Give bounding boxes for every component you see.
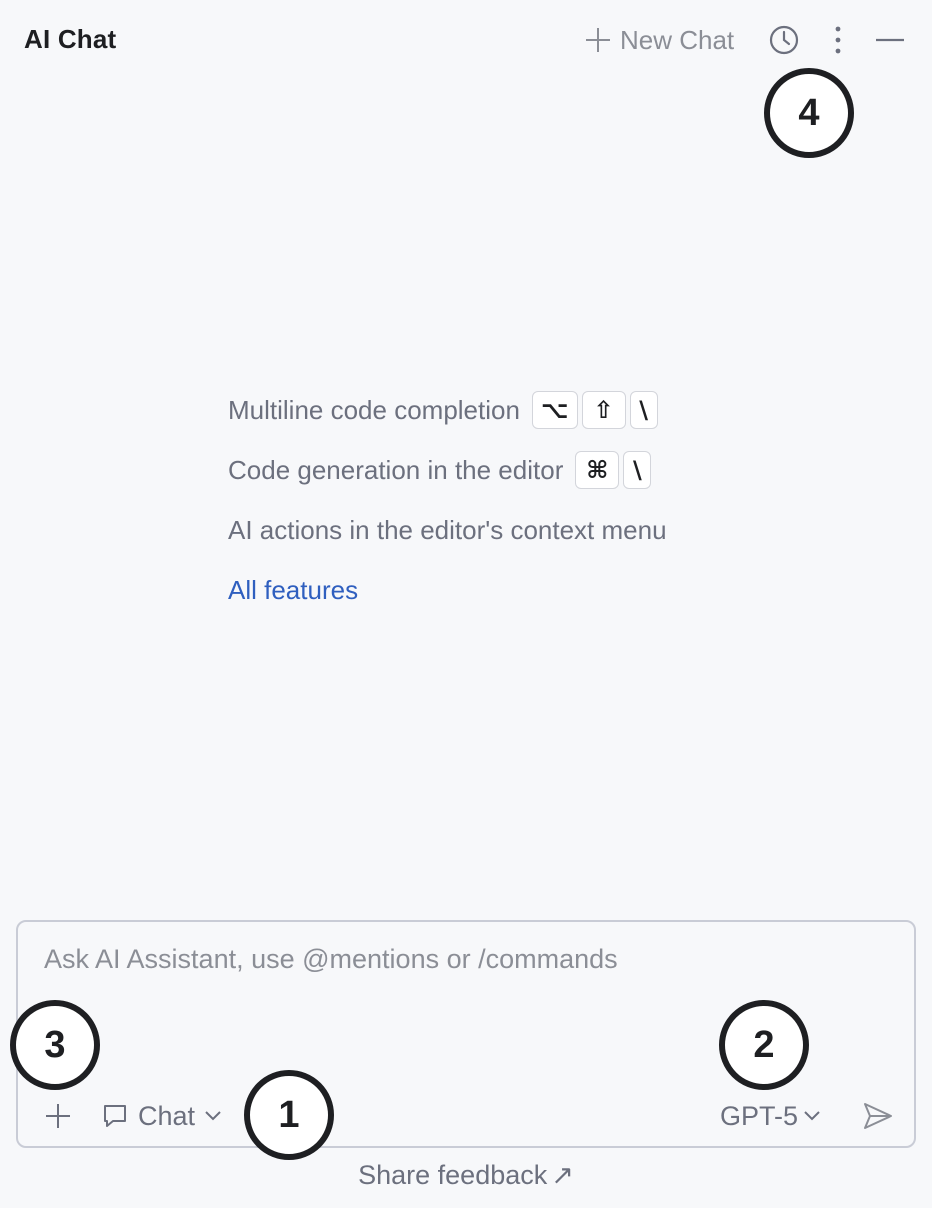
share-feedback-label: Share feedback — [358, 1160, 548, 1190]
plus-icon — [586, 28, 610, 52]
callout-badge-3: 3 — [10, 1000, 100, 1090]
chat-history-button[interactable] — [766, 22, 802, 58]
tip-code-generation: Code generation in the editor ⌘ \ — [228, 440, 667, 500]
send-icon — [864, 1103, 892, 1129]
command-key: ⌘ — [575, 451, 620, 489]
tip-ai-actions: AI actions in the editor's context menu — [228, 500, 667, 560]
chat-bubble-icon — [104, 1105, 126, 1127]
more-vertical-icon — [835, 26, 841, 54]
callout-badge-2: 2 — [719, 1000, 809, 1090]
feature-tips: Multiline code completion ⌥ ⇧ \ Code gen… — [228, 380, 667, 620]
model-label: GPT-5 — [720, 1100, 799, 1131]
panel-title: AI Chat — [24, 24, 117, 54]
model-selector[interactable]: GPT-5 — [720, 1098, 820, 1134]
shortcut-keys: ⌘ \ — [575, 451, 652, 489]
add-context-button[interactable] — [40, 1098, 76, 1134]
clock-icon — [769, 25, 799, 55]
share-feedback-link[interactable]: Share feedback ↗ — [0, 1160, 932, 1191]
chat-mode-selector[interactable]: Chat — [102, 1098, 221, 1134]
minimize-icon — [876, 38, 904, 42]
option-key: ⌥ — [531, 391, 578, 429]
minimize-button[interactable] — [872, 22, 908, 58]
send-button[interactable] — [860, 1098, 896, 1134]
backslash-key: \ — [629, 391, 658, 429]
tip-label: Multiline code completion — [228, 394, 520, 425]
tip-label: AI actions in the editor's context menu — [228, 514, 667, 545]
chevron-down-icon — [804, 1111, 820, 1121]
chat-mode-label: Chat — [138, 1100, 196, 1131]
chevron-down-icon — [205, 1111, 221, 1121]
callout-badge-1: 1 — [244, 1070, 334, 1160]
backslash-key: \ — [623, 451, 652, 489]
callout-badge-4: 4 — [764, 68, 854, 158]
ai-chat-panel: AI Chat New Chat 4 Multiline code comple… — [0, 0, 932, 1208]
external-arrow-icon: ↗ — [551, 1160, 574, 1190]
new-chat-label: New Chat — [620, 24, 735, 55]
all-features-row: All features — [228, 560, 667, 620]
all-features-link[interactable]: All features — [228, 575, 358, 606]
tip-multiline-completion: Multiline code completion ⌥ ⇧ \ — [228, 380, 667, 440]
new-chat-button[interactable]: New Chat — [584, 22, 734, 58]
plus-icon — [46, 1104, 70, 1128]
shortcut-keys: ⌥ ⇧ \ — [531, 391, 658, 429]
tip-label: Code generation in the editor — [228, 454, 564, 485]
shift-key: ⇧ — [581, 391, 626, 429]
more-options-button[interactable] — [822, 22, 854, 58]
